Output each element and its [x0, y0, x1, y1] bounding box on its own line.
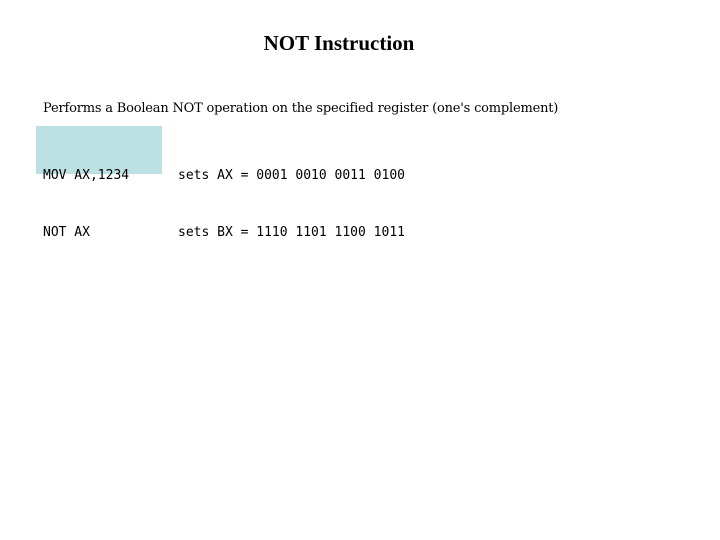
- slide-title: NOT Instruction: [263, 31, 415, 55]
- code-line: MOV AX,1234: [43, 168, 130, 183]
- result-block: sets AX = 0001 0010 0011 0100 sets BX = …: [178, 128, 405, 280]
- result-line: sets AX = 0001 0010 0011 0100: [178, 168, 405, 183]
- code-block: MOV AX,1234 NOT AX: [43, 128, 129, 280]
- result-line: sets BX = 1110 1101 1100 1011: [178, 225, 405, 240]
- code-line: NOT AX: [43, 225, 90, 240]
- description-text: Performs a Boolean NOT operation on the …: [43, 101, 559, 116]
